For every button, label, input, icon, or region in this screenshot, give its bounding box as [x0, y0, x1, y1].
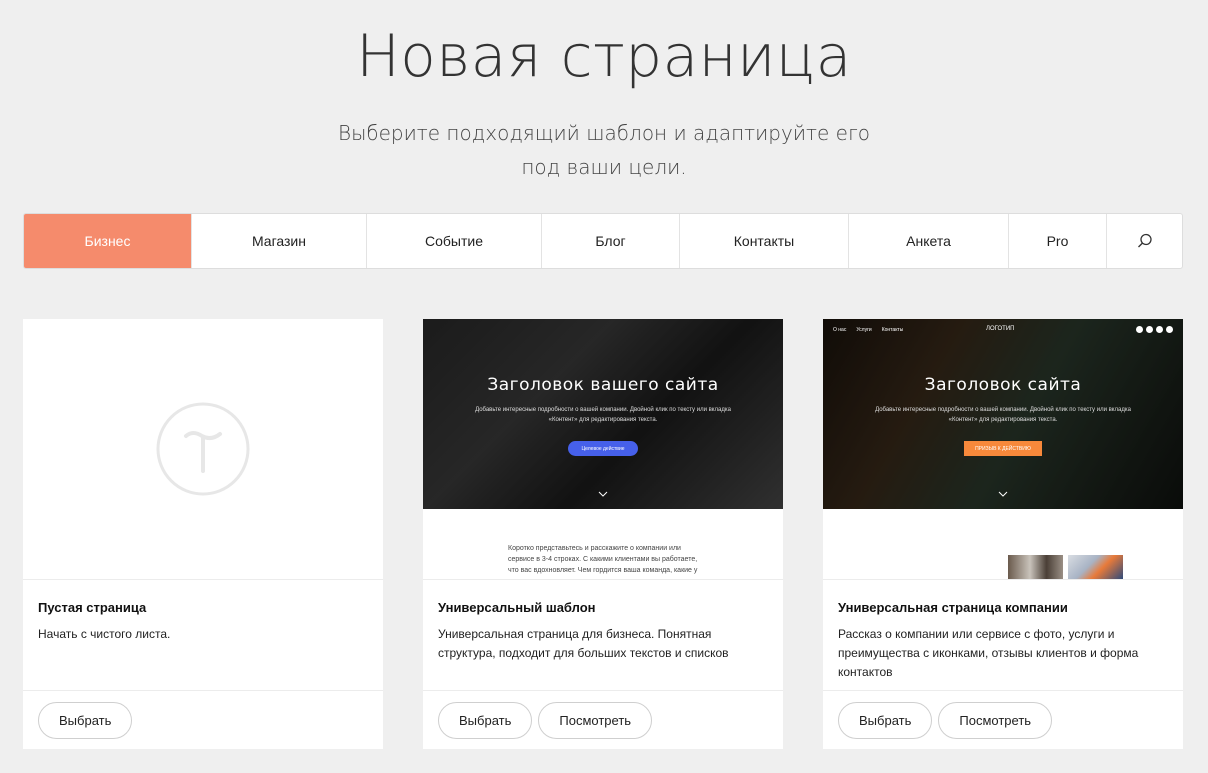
- vk-icon: [1146, 326, 1153, 333]
- search-icon: [1137, 233, 1152, 248]
- template-preview-blank[interactable]: [23, 319, 383, 579]
- template-preview-universal[interactable]: Заголовок вашего сайта Добавьте интересн…: [423, 319, 783, 579]
- select-button[interactable]: Выбрать: [838, 702, 933, 739]
- instagram-icon: [1156, 326, 1163, 333]
- preview-cta-button: ПРИЗЫВ К ДЕЙСТВИЮ: [964, 441, 1042, 456]
- tab-business[interactable]: Бизнес: [24, 214, 192, 268]
- card-title: Универсальная страница компании: [838, 600, 1068, 615]
- preview-nav-item: Услуги: [856, 327, 872, 333]
- page-subtitle: Выберите подходящий шаблон и адаптируйте…: [337, 121, 871, 179]
- facebook-icon: [1136, 326, 1143, 333]
- preview-body-text: Коротко представьтесь и расскажите о ком…: [508, 545, 698, 579]
- view-button[interactable]: Посмотреть: [538, 702, 653, 739]
- preview-text: Добавьте интересные подробности о вашей …: [475, 407, 731, 423]
- preview-nav: О нас Услуги Контакты: [833, 327, 903, 333]
- tab-contacts[interactable]: Контакты: [680, 214, 849, 268]
- preview-heading: Заголовок сайта: [924, 375, 1082, 395]
- card-description: Универсальная страница для бизнеса. Поня…: [438, 627, 729, 660]
- template-card-universal: Заголовок вашего сайта Добавьте интересн…: [423, 319, 783, 749]
- tab-blog[interactable]: Блог: [542, 214, 680, 268]
- preview-hero: О нас Услуги Контакты ЛОГОТИП Заголовок …: [823, 319, 1183, 509]
- preview-nav-item: О нас: [833, 327, 847, 333]
- chevron-down-icon: [598, 491, 608, 497]
- tab-survey[interactable]: Анкета: [849, 214, 1009, 268]
- card-description: Начать с чистого листа.: [38, 627, 171, 641]
- chevron-down-icon: [998, 491, 1008, 497]
- select-button[interactable]: Выбрать: [38, 702, 133, 739]
- view-button[interactable]: Посмотреть: [938, 702, 1053, 739]
- preview-cta-button: Целевое действие: [568, 441, 638, 456]
- preview-nav-item: Контакты: [881, 327, 904, 333]
- tab-pro[interactable]: Pro: [1009, 214, 1107, 268]
- template-card-company: О нас Услуги Контакты ЛОГОТИП Заголовок …: [823, 319, 1183, 749]
- preview-hero: Заголовок вашего сайта Добавьте интересн…: [423, 319, 783, 509]
- social-icons: [1136, 326, 1173, 333]
- preview-heading: Заголовок вашего сайта: [487, 375, 719, 395]
- telegram-icon: [1166, 326, 1173, 333]
- card-description: Рассказ о компании или сервисе с фото, у…: [838, 627, 1139, 679]
- template-preview-company[interactable]: О нас Услуги Контакты ЛОГОТИП Заголовок …: [823, 319, 1183, 579]
- tilda-logo-icon: [156, 402, 250, 496]
- template-card-blank: Пустая страница Начать с чистого листа. …: [23, 319, 383, 749]
- category-tabs: Бизнес Магазин Событие Блог Контакты Анк…: [23, 213, 1183, 269]
- tab-shop[interactable]: Магазин: [192, 214, 367, 268]
- tab-search[interactable]: [1107, 214, 1182, 268]
- select-button[interactable]: Выбрать: [438, 702, 533, 739]
- preview-photo-1: [1008, 555, 1063, 579]
- preview-text: Добавьте интересные подробности о вашей …: [875, 407, 1131, 423]
- preview-logo: ЛОГОТИП: [986, 326, 1015, 332]
- page-title: Новая страница: [356, 22, 852, 90]
- card-title: Универсальный шаблон: [438, 600, 596, 615]
- tab-event[interactable]: Событие: [367, 214, 542, 268]
- preview-photo-2: [1068, 555, 1123, 579]
- card-title: Пустая страница: [38, 600, 147, 615]
